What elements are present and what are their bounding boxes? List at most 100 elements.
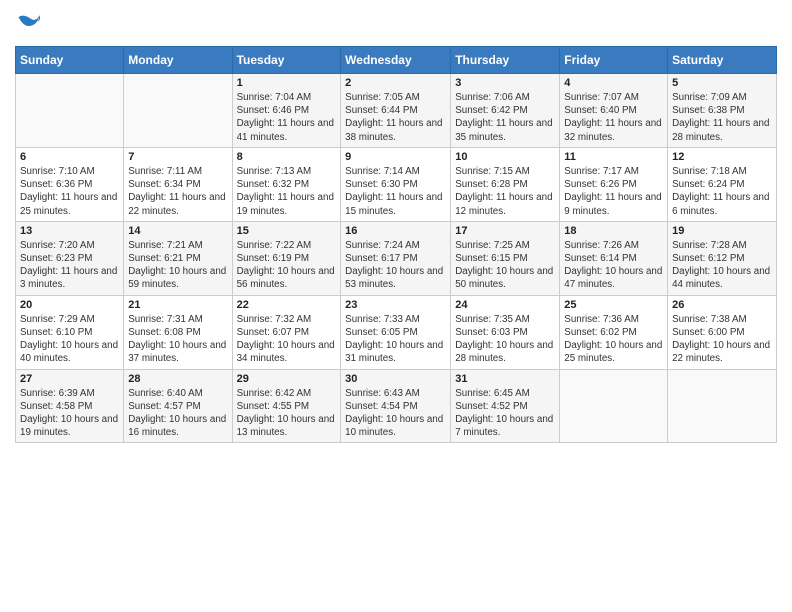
day-number: 7: [128, 151, 227, 163]
day-number: 4: [564, 77, 663, 89]
day-of-week-saturday: Saturday: [668, 47, 777, 74]
day-info: Sunrise: 7:11 AM Sunset: 6:34 PM Dayligh…: [128, 165, 227, 218]
day-info: Sunrise: 7:05 AM Sunset: 6:44 PM Dayligh…: [345, 91, 446, 144]
day-info: Sunrise: 7:25 AM Sunset: 6:15 PM Dayligh…: [455, 239, 555, 292]
day-info: Sunrise: 7:04 AM Sunset: 6:46 PM Dayligh…: [237, 91, 337, 144]
calendar-cell: 14 Sunrise: 7:21 AM Sunset: 6:21 PM Dayli…: [124, 221, 232, 295]
day-number: 11: [564, 151, 663, 163]
day-number: 26: [672, 299, 772, 311]
calendar-cell: 27 Sunrise: 6:39 AM Sunset: 4:58 PM Dayli…: [16, 369, 124, 443]
calendar-cell: 11Sunrise: 7:17 AM Sunset: 6:26 PM Dayli…: [560, 147, 668, 221]
calendar-body: 1 Sunrise: 7:04 AM Sunset: 6:46 PM Daylig…: [16, 74, 777, 443]
day-info: Sunrise: 7:21 AM Sunset: 6:21 PM Dayligh…: [128, 239, 227, 292]
day-info: Sunrise: 7:33 AM Sunset: 6:05 PM Dayligh…: [345, 313, 446, 366]
logo: [15, 10, 46, 38]
day-info: Sunrise: 7:06 AM Sunset: 6:42 PM Dayligh…: [455, 91, 555, 144]
day-info: Sunrise: 7:29 AM Sunset: 6:10 PM Dayligh…: [20, 313, 119, 366]
day-of-week-thursday: Thursday: [451, 47, 560, 74]
day-info: Sunrise: 7:35 AM Sunset: 6:03 PM Dayligh…: [455, 313, 555, 366]
calendar-cell: 3 Sunrise: 7:06 AM Sunset: 6:42 PM Daylig…: [451, 74, 560, 148]
day-info: Sunrise: 7:07 AM Sunset: 6:40 PM Dayligh…: [564, 91, 663, 144]
calendar-cell: [668, 369, 777, 443]
calendar-table: SundayMondayTuesdayWednesdayThursdayFrid…: [15, 46, 777, 443]
calendar-cell: 31 Sunrise: 6:45 AM Sunset: 4:52 PM Dayli…: [451, 369, 560, 443]
day-number: 8: [237, 151, 337, 163]
day-number: 31: [455, 373, 555, 385]
calendar-week-3: 13 Sunrise: 7:20 AM Sunset: 6:23 PM Dayli…: [16, 221, 777, 295]
calendar-cell: 10Sunrise: 7:15 AM Sunset: 6:28 PM Dayli…: [451, 147, 560, 221]
day-number: 27: [20, 373, 119, 385]
day-number: 20: [20, 299, 119, 311]
logo-icon: [15, 10, 43, 38]
day-info: Sunrise: 6:42 AM Sunset: 4:55 PM Dayligh…: [237, 387, 337, 440]
day-number: 1: [237, 77, 337, 89]
day-number: 15: [237, 225, 337, 237]
day-number: 2: [345, 77, 446, 89]
day-info: Sunrise: 7:09 AM Sunset: 6:38 PM Dayligh…: [672, 91, 772, 144]
day-header-row: SundayMondayTuesdayWednesdayThursdayFrid…: [16, 47, 777, 74]
calendar-cell: 7 Sunrise: 7:11 AM Sunset: 6:34 PM Daylig…: [124, 147, 232, 221]
day-info: Sunrise: 6:39 AM Sunset: 4:58 PM Dayligh…: [20, 387, 119, 440]
day-number: 17: [455, 225, 555, 237]
calendar-cell: 12Sunrise: 7:18 AM Sunset: 6:24 PM Dayli…: [668, 147, 777, 221]
calendar-cell: [560, 369, 668, 443]
calendar-cell: 29 Sunrise: 6:42 AM Sunset: 4:55 PM Dayli…: [232, 369, 341, 443]
day-of-week-friday: Friday: [560, 47, 668, 74]
calendar-cell: 2 Sunrise: 7:05 AM Sunset: 6:44 PM Daylig…: [341, 74, 451, 148]
day-number: 9: [345, 151, 446, 163]
day-number: 24: [455, 299, 555, 311]
calendar-cell: 23 Sunrise: 7:33 AM Sunset: 6:05 PM Dayli…: [341, 295, 451, 369]
calendar-cell: 30 Sunrise: 6:43 AM Sunset: 4:54 PM Dayli…: [341, 369, 451, 443]
calendar-cell: 1 Sunrise: 7:04 AM Sunset: 6:46 PM Daylig…: [232, 74, 341, 148]
day-number: 18: [564, 225, 663, 237]
day-info: Sunrise: 7:38 AM Sunset: 6:00 PM Dayligh…: [672, 313, 772, 366]
day-of-week-sunday: Sunday: [16, 47, 124, 74]
day-info: Sunrise: 7:24 AM Sunset: 6:17 PM Dayligh…: [345, 239, 446, 292]
page: SundayMondayTuesdayWednesdayThursdayFrid…: [0, 0, 792, 612]
calendar-cell: 6Sunrise: 7:10 AM Sunset: 6:36 PM Daylig…: [16, 147, 124, 221]
calendar-cell: 28 Sunrise: 6:40 AM Sunset: 4:57 PM Dayli…: [124, 369, 232, 443]
day-of-week-monday: Monday: [124, 47, 232, 74]
day-info: Sunrise: 7:31 AM Sunset: 6:08 PM Dayligh…: [128, 313, 227, 366]
day-of-week-wednesday: Wednesday: [341, 47, 451, 74]
day-info: Sunrise: 7:10 AM Sunset: 6:36 PM Dayligh…: [20, 165, 119, 218]
calendar-cell: 18Sunrise: 7:26 AM Sunset: 6:14 PM Dayli…: [560, 221, 668, 295]
calendar-cell: 8Sunrise: 7:13 AM Sunset: 6:32 PM Daylig…: [232, 147, 341, 221]
day-number: 29: [237, 373, 337, 385]
day-of-week-tuesday: Tuesday: [232, 47, 341, 74]
day-info: Sunrise: 6:45 AM Sunset: 4:52 PM Dayligh…: [455, 387, 555, 440]
day-number: 22: [237, 299, 337, 311]
calendar-cell: 17 Sunrise: 7:25 AM Sunset: 6:15 PM Dayli…: [451, 221, 560, 295]
calendar-cell: 25 Sunrise: 7:36 AM Sunset: 6:02 PM Dayli…: [560, 295, 668, 369]
header: [15, 10, 777, 38]
day-info: Sunrise: 7:20 AM Sunset: 6:23 PM Dayligh…: [20, 239, 119, 292]
calendar-cell: [16, 74, 124, 148]
day-number: 21: [128, 299, 227, 311]
calendar-cell: 20 Sunrise: 7:29 AM Sunset: 6:10 PM Dayli…: [16, 295, 124, 369]
calendar-cell: 19Sunrise: 7:28 AM Sunset: 6:12 PM Dayli…: [668, 221, 777, 295]
day-info: Sunrise: 7:22 AM Sunset: 6:19 PM Dayligh…: [237, 239, 337, 292]
calendar-week-1: 1 Sunrise: 7:04 AM Sunset: 6:46 PM Daylig…: [16, 74, 777, 148]
day-info: Sunrise: 6:40 AM Sunset: 4:57 PM Dayligh…: [128, 387, 227, 440]
day-number: 25: [564, 299, 663, 311]
day-number: 14: [128, 225, 227, 237]
calendar-cell: 15 Sunrise: 7:22 AM Sunset: 6:19 PM Dayli…: [232, 221, 341, 295]
day-number: 28: [128, 373, 227, 385]
day-number: 30: [345, 373, 446, 385]
calendar-cell: 22 Sunrise: 7:32 AM Sunset: 6:07 PM Dayli…: [232, 295, 341, 369]
day-number: 23: [345, 299, 446, 311]
calendar-week-5: 27 Sunrise: 6:39 AM Sunset: 4:58 PM Dayli…: [16, 369, 777, 443]
day-info: Sunrise: 7:36 AM Sunset: 6:02 PM Dayligh…: [564, 313, 663, 366]
day-info: Sunrise: 6:43 AM Sunset: 4:54 PM Dayligh…: [345, 387, 446, 440]
calendar-cell: 26 Sunrise: 7:38 AM Sunset: 6:00 PM Dayli…: [668, 295, 777, 369]
calendar-cell: 21 Sunrise: 7:31 AM Sunset: 6:08 PM Dayli…: [124, 295, 232, 369]
day-number: 3: [455, 77, 555, 89]
day-number: 10: [455, 151, 555, 163]
calendar-cell: 13 Sunrise: 7:20 AM Sunset: 6:23 PM Dayli…: [16, 221, 124, 295]
day-info: Sunrise: 7:14 AM Sunset: 6:30 PM Dayligh…: [345, 165, 446, 218]
day-number: 19: [672, 225, 772, 237]
day-number: 13: [20, 225, 119, 237]
calendar-header: SundayMondayTuesdayWednesdayThursdayFrid…: [16, 47, 777, 74]
calendar-cell: 16Sunrise: 7:24 AM Sunset: 6:17 PM Dayli…: [341, 221, 451, 295]
day-info: Sunrise: 7:32 AM Sunset: 6:07 PM Dayligh…: [237, 313, 337, 366]
